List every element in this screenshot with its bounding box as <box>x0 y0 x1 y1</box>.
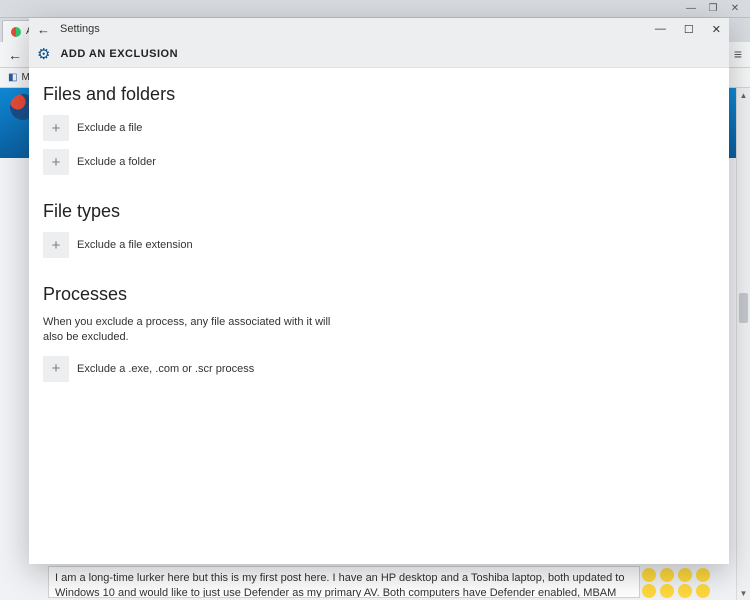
emoji-icon[interactable] <box>678 568 692 582</box>
emoji-icon[interactable] <box>696 568 710 582</box>
button-label: Exclude a folder <box>77 156 156 168</box>
forum-post-text: I am a long-time lurker here but this is… <box>48 566 640 598</box>
maximize-button[interactable]: ❐ <box>702 2 724 16</box>
section-description: When you exclude a process, any file ass… <box>43 315 343 346</box>
settings-header: ⚙ ADD AN EXCLUSION <box>29 40 729 68</box>
section-processes: Processes When you exclude a process, an… <box>43 284 715 382</box>
scroll-up-icon[interactable]: ▲ <box>737 88 750 102</box>
back-icon[interactable]: ← <box>37 22 50 37</box>
minimize-button[interactable]: — <box>655 23 666 36</box>
settings-body: Files and folders + Exclude a file + Exc… <box>29 68 729 564</box>
section-title: Processes <box>43 284 715 305</box>
button-label: Exclude a .exe, .com or .scr process <box>77 363 254 375</box>
section-files-folders: Files and folders + Exclude a file + Exc… <box>43 84 715 175</box>
exclude-file-extension-button[interactable]: + Exclude a file extension <box>43 232 715 258</box>
emoji-icon[interactable] <box>678 584 692 598</box>
exclude-folder-button[interactable]: + Exclude a folder <box>43 149 715 175</box>
close-button[interactable]: ✕ <box>712 23 721 36</box>
back-icon[interactable]: ← <box>8 47 22 63</box>
emoji-icon[interactable] <box>642 568 656 582</box>
button-label: Exclude a file <box>77 122 142 134</box>
settings-titlebar: ← Settings — ☐ ✕ <box>29 18 729 40</box>
section-file-types: File types + Exclude a file extension <box>43 201 715 258</box>
emoji-icon[interactable] <box>696 584 710 598</box>
settings-app-title: Settings <box>60 23 100 35</box>
menu-icon[interactable]: ≡ <box>734 46 742 63</box>
scroll-thumb[interactable] <box>739 293 748 323</box>
plus-icon: + <box>43 232 69 258</box>
exclude-process-button[interactable]: + Exclude a .exe, .com or .scr process <box>43 356 715 382</box>
button-label: Exclude a file extension <box>77 239 193 251</box>
tab-favicon-icon <box>11 27 21 37</box>
section-title: File types <box>43 201 715 222</box>
plus-icon: + <box>43 149 69 175</box>
page-title: ADD AN EXCLUSION <box>60 48 178 60</box>
section-title: Files and folders <box>43 84 715 105</box>
scroll-down-icon[interactable]: ▼ <box>737 586 750 600</box>
maximize-button[interactable]: ☐ <box>684 23 694 36</box>
emoji-icon[interactable] <box>642 584 656 598</box>
minimize-button[interactable]: — <box>680 2 702 16</box>
plus-icon: + <box>43 356 69 382</box>
exclude-file-button[interactable]: + Exclude a file <box>43 115 715 141</box>
emoji-icon[interactable] <box>660 568 674 582</box>
bookmark-favicon-icon: ◧ <box>8 72 17 83</box>
settings-window: ← Settings — ☐ ✕ ⚙ ADD AN EXCLUSION File… <box>29 18 729 564</box>
browser-window-controls: — ❐ ✕ <box>0 0 750 18</box>
page-scrollbar[interactable]: ▲ ▼ <box>736 88 750 600</box>
emoji-icon[interactable] <box>660 584 674 598</box>
close-button[interactable]: ✕ <box>724 2 746 16</box>
emoji-grid <box>642 568 712 598</box>
gear-icon: ⚙ <box>37 45 50 63</box>
plus-icon: + <box>43 115 69 141</box>
